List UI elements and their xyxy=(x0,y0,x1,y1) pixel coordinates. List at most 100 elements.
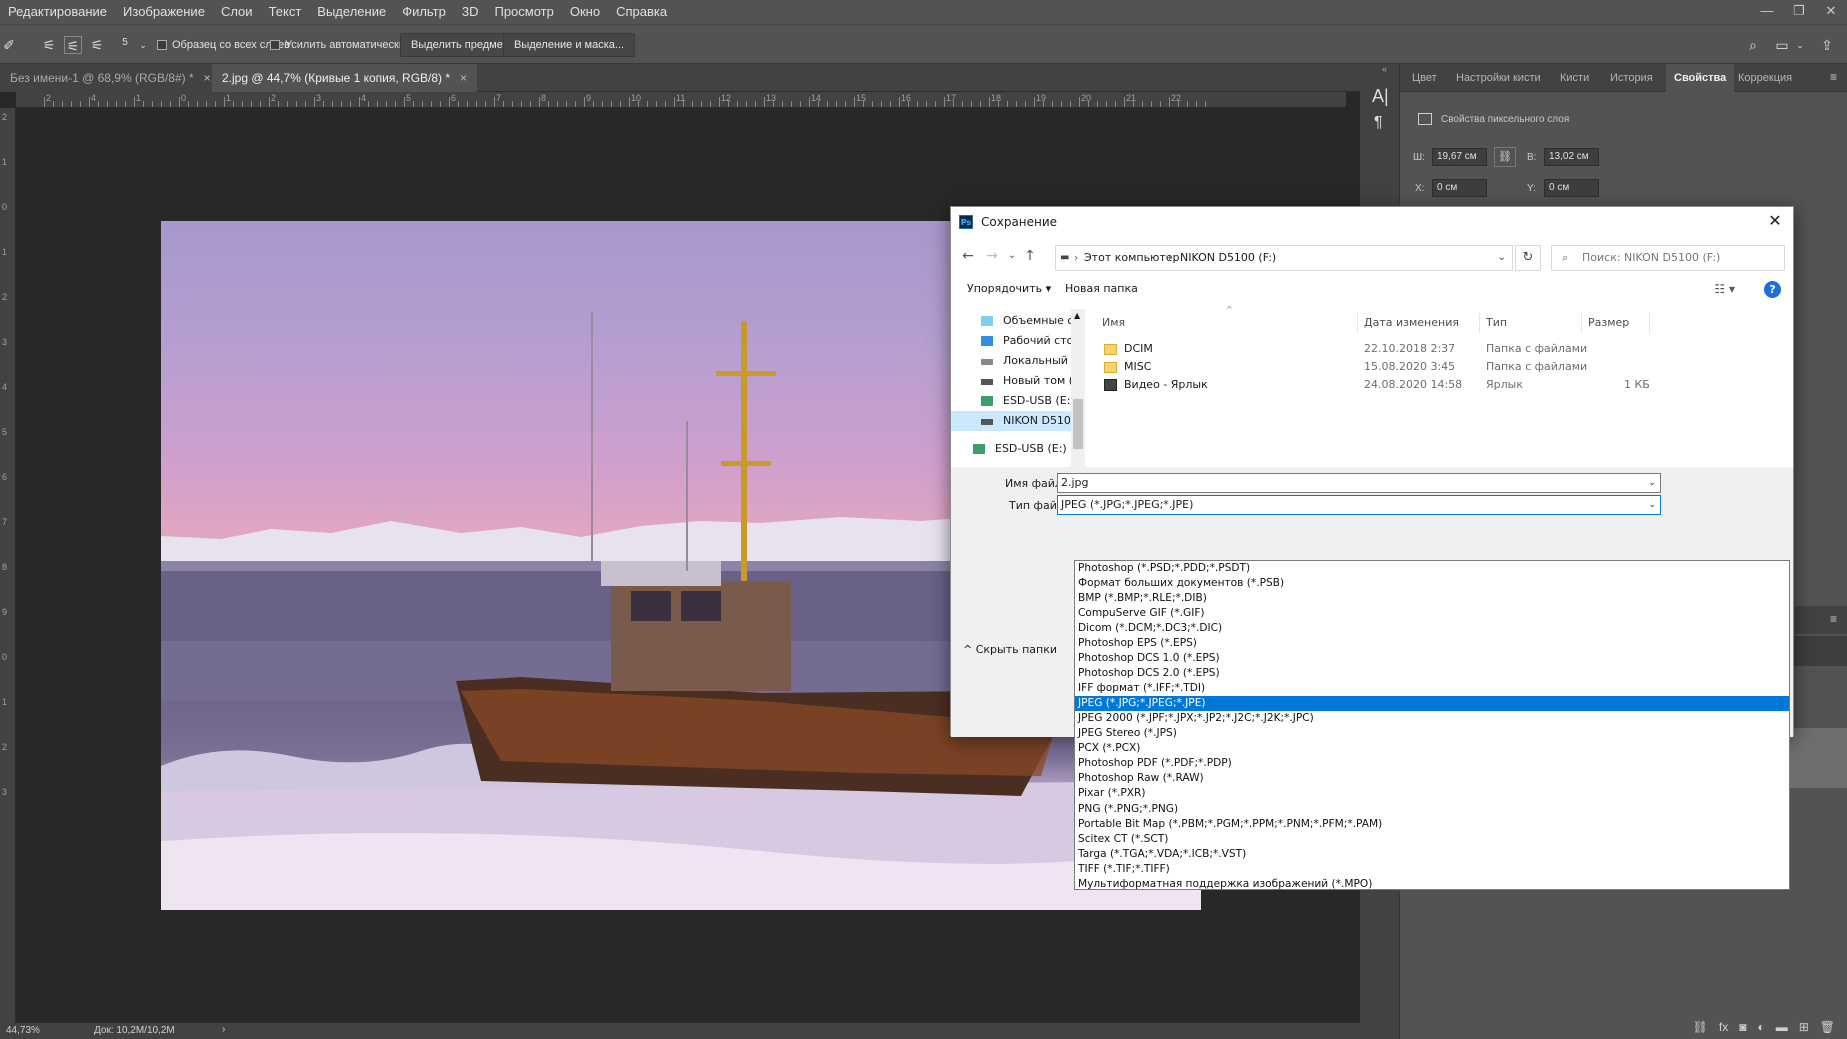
tab-properties[interactable]: Свойства xyxy=(1666,64,1735,92)
menu-item-7[interactable]: Просмотр xyxy=(486,0,561,24)
nav-item-nikon-f[interactable]: NIKON D5100 (F:) xyxy=(951,411,1071,431)
menu-item-9[interactable]: Справка xyxy=(608,0,675,24)
refresh-icon[interactable]: ↻ xyxy=(1515,245,1541,271)
menu-item-8[interactable]: Окно xyxy=(562,0,608,24)
search-input[interactable]: ⌕ Поиск: NIKON D5100 (F:) xyxy=(1551,245,1785,271)
filetype-option[interactable]: IFF формат (*.IFF;*.TDI) xyxy=(1075,681,1789,696)
tab-document-2[interactable]: 2.jpg @ 44,7% (Кривые 1 копия, RGB/8) * × xyxy=(212,64,478,92)
layers-thumbnail[interactable] xyxy=(1788,728,1847,788)
filename-input[interactable]: 2.jpg ⌄ xyxy=(1057,473,1661,493)
column-size[interactable]: Размер xyxy=(1582,313,1650,333)
workspace-icon[interactable]: ▭ xyxy=(1773,36,1791,54)
filetype-option[interactable]: CompuServe GIF (*.GIF) xyxy=(1075,606,1789,621)
file-row[interactable]: DCIM 22.10.2018 2:37 Папка с файлами xyxy=(1096,340,1656,358)
nav-item-3d-objects[interactable]: Объемные объекты xyxy=(951,311,1071,331)
new-selection-brush-icon[interactable]: ⚟ xyxy=(40,36,58,54)
filetype-option[interactable]: Photoshop Raw (*.RAW) xyxy=(1075,771,1789,786)
organize-button[interactable]: Упорядочить ▾ xyxy=(967,282,1051,295)
view-options-icon[interactable]: ☷ ▾ xyxy=(1714,282,1735,296)
filetype-option[interactable]: PCX (*.PCX) xyxy=(1075,741,1789,756)
filetype-option[interactable]: Pixar (*.PXR) xyxy=(1075,786,1789,801)
nav-item-esd-usb-e-2[interactable]: ESD-USB (E:) xyxy=(951,439,1071,459)
filetype-option[interactable]: Photoshop (*.PSD;*.PDD;*.PSDT) xyxy=(1075,561,1789,576)
close-icon[interactable]: × xyxy=(460,71,467,85)
width-field[interactable]: 19,67 см xyxy=(1432,148,1487,166)
new-folder-button[interactable]: Новая папка xyxy=(1065,282,1138,295)
filetype-option[interactable]: JPEG (*.JPG;*.JPEG;*.JPE) xyxy=(1075,696,1789,712)
tab-brush-settings[interactable]: Настройки кисти xyxy=(1448,64,1549,92)
close-icon[interactable]: × xyxy=(204,71,211,85)
link-icon[interactable]: ⛓ xyxy=(1494,147,1516,167)
scrollbar-thumb[interactable] xyxy=(1073,399,1083,449)
chevron-down-icon[interactable]: ⌄ xyxy=(1498,246,1506,270)
filetype-option[interactable]: TIFF (*.TIF;*.TIFF) xyxy=(1075,862,1789,877)
paragraph-panel-icon[interactable]: ¶ xyxy=(1374,114,1383,132)
panel-menu-icon[interactable]: ≡ xyxy=(1830,612,1837,626)
column-date[interactable]: Дата изменения xyxy=(1358,313,1480,333)
restore-icon[interactable]: ❐ xyxy=(1783,0,1815,24)
share-icon[interactable]: ⇪ xyxy=(1818,36,1836,54)
status-menu-arrow[interactable]: › xyxy=(222,1024,225,1035)
filetype-option[interactable]: Мультиформатная поддержка изображений (*… xyxy=(1075,877,1789,889)
filetype-select[interactable]: JPEG (*.JPG;*.JPEG;*.JPE) ⌄ xyxy=(1057,495,1661,515)
breadcrumb-drive[interactable]: NIKON D5100 (F:) xyxy=(1180,246,1276,270)
chevron-down-icon[interactable]: ⌄ xyxy=(1791,36,1809,54)
menu-item-0[interactable]: Редактирование xyxy=(0,0,115,24)
menu-item-5[interactable]: Фильтр xyxy=(394,0,454,24)
close-icon[interactable]: ✕ xyxy=(1763,209,1787,233)
nav-item-local-disk-c[interactable]: Локальный диск (C:) xyxy=(951,351,1071,371)
layers-thumbnail[interactable] xyxy=(1788,636,1847,666)
back-icon[interactable]: ← xyxy=(957,245,979,267)
add-selection-brush-icon[interactable]: ⚟ xyxy=(64,36,82,54)
tab-brushes[interactable]: Кисти xyxy=(1552,64,1597,92)
filetype-option[interactable]: Targa (*.TGA;*.VDA;*.ICB;*.VST) xyxy=(1075,847,1789,862)
chevron-down-icon[interactable]: ⌄ xyxy=(134,36,152,54)
nav-item-volume-d[interactable]: Новый том (D:) xyxy=(951,371,1071,391)
chevron-down-icon[interactable]: ⌄ xyxy=(1648,474,1656,492)
brush-size-picker[interactable]: 5 xyxy=(116,29,134,48)
new-layer-icon[interactable]: ⊞ xyxy=(1799,1020,1809,1034)
chevron-down-icon[interactable]: ⌄ xyxy=(1648,496,1656,514)
x-field[interactable]: 0 см xyxy=(1432,179,1487,197)
tool-preset-icon[interactable]: ✐ xyxy=(0,36,18,54)
select-subject-button[interactable]: Выделить предмет xyxy=(400,33,519,57)
add-mask-icon[interactable]: ◙ xyxy=(1739,1020,1746,1034)
filetype-option[interactable]: Photoshop PDF (*.PDF;*.PDP) xyxy=(1075,756,1789,771)
trash-icon[interactable]: 🗑 xyxy=(1820,1020,1835,1034)
filetype-option[interactable]: JPEG 2000 (*.JPF;*.JPX;*.JP2;*.J2C;*.J2K… xyxy=(1075,711,1789,726)
nav-item-esd-usb-e[interactable]: ESD-USB (E:) xyxy=(951,391,1071,411)
filetype-option[interactable]: Portable Bit Map (*.PBM;*.PGM;*.PPM;*.PN… xyxy=(1075,817,1789,832)
column-type[interactable]: Тип xyxy=(1480,313,1582,333)
height-field[interactable]: 13,02 см xyxy=(1544,148,1599,166)
zoom-level[interactable]: 44,73% xyxy=(6,1025,40,1036)
filetype-option[interactable]: Dicom (*.DCM;*.DC3;*.DIC) xyxy=(1075,621,1789,636)
filetype-option[interactable]: BMP (*.BMP;*.RLE;*.DIB) xyxy=(1075,591,1789,606)
address-bar[interactable]: ▬ › Этот компьютер › NIKON D5100 (F:) ⌄ xyxy=(1055,245,1513,271)
help-icon[interactable]: ? xyxy=(1764,281,1781,298)
file-row[interactable]: Видео - Ярлык 24.08.2020 14:58 Ярлык 1 К… xyxy=(1096,376,1656,394)
scroll-up-icon[interactable]: ▲ xyxy=(1074,311,1080,320)
tab-color[interactable]: Цвет xyxy=(1404,64,1445,92)
character-panel-icon[interactable]: A| xyxy=(1372,86,1389,107)
menu-item-4[interactable]: Выделение xyxy=(309,0,394,24)
tab-document-1[interactable]: Без имени-1 @ 68,9% (RGB/8#) * × xyxy=(0,64,221,92)
link-layers-icon[interactable]: ⛓ xyxy=(1693,1020,1708,1034)
tab-history[interactable]: История xyxy=(1602,64,1661,92)
filetype-option[interactable]: PNG (*.PNG;*.PNG) xyxy=(1075,802,1789,817)
new-group-icon[interactable]: ▬ xyxy=(1776,1020,1788,1034)
filetype-option[interactable]: Photoshop DCS 1.0 (*.EPS) xyxy=(1075,651,1789,666)
filetype-option[interactable]: JPEG Stereo (*.JPS) xyxy=(1075,726,1789,741)
menu-item-3[interactable]: Текст xyxy=(261,0,310,24)
breadcrumb-this-pc[interactable]: Этот компьютер xyxy=(1084,246,1180,270)
hide-folders-button[interactable]: ^ Скрыть папки xyxy=(963,643,1057,656)
tab-adjustments[interactable]: Коррекция xyxy=(1730,64,1800,92)
filetype-option[interactable]: Scitex CT (*.SCT) xyxy=(1075,832,1789,847)
subtract-selection-brush-icon[interactable]: ⚟ xyxy=(88,36,106,54)
filetype-option[interactable]: Photoshop EPS (*.EPS) xyxy=(1075,636,1789,651)
adjustment-layer-icon[interactable]: ◐ xyxy=(1757,1020,1764,1034)
filetype-option[interactable]: Формат больших документов (*.PSB) xyxy=(1075,576,1789,591)
select-and-mask-button[interactable]: Выделение и маска... xyxy=(503,33,636,57)
column-name[interactable]: Имя xyxy=(1096,313,1358,333)
y-field[interactable]: 0 см xyxy=(1544,179,1599,197)
filetype-option[interactable]: Photoshop DCS 2.0 (*.EPS) xyxy=(1075,666,1789,681)
